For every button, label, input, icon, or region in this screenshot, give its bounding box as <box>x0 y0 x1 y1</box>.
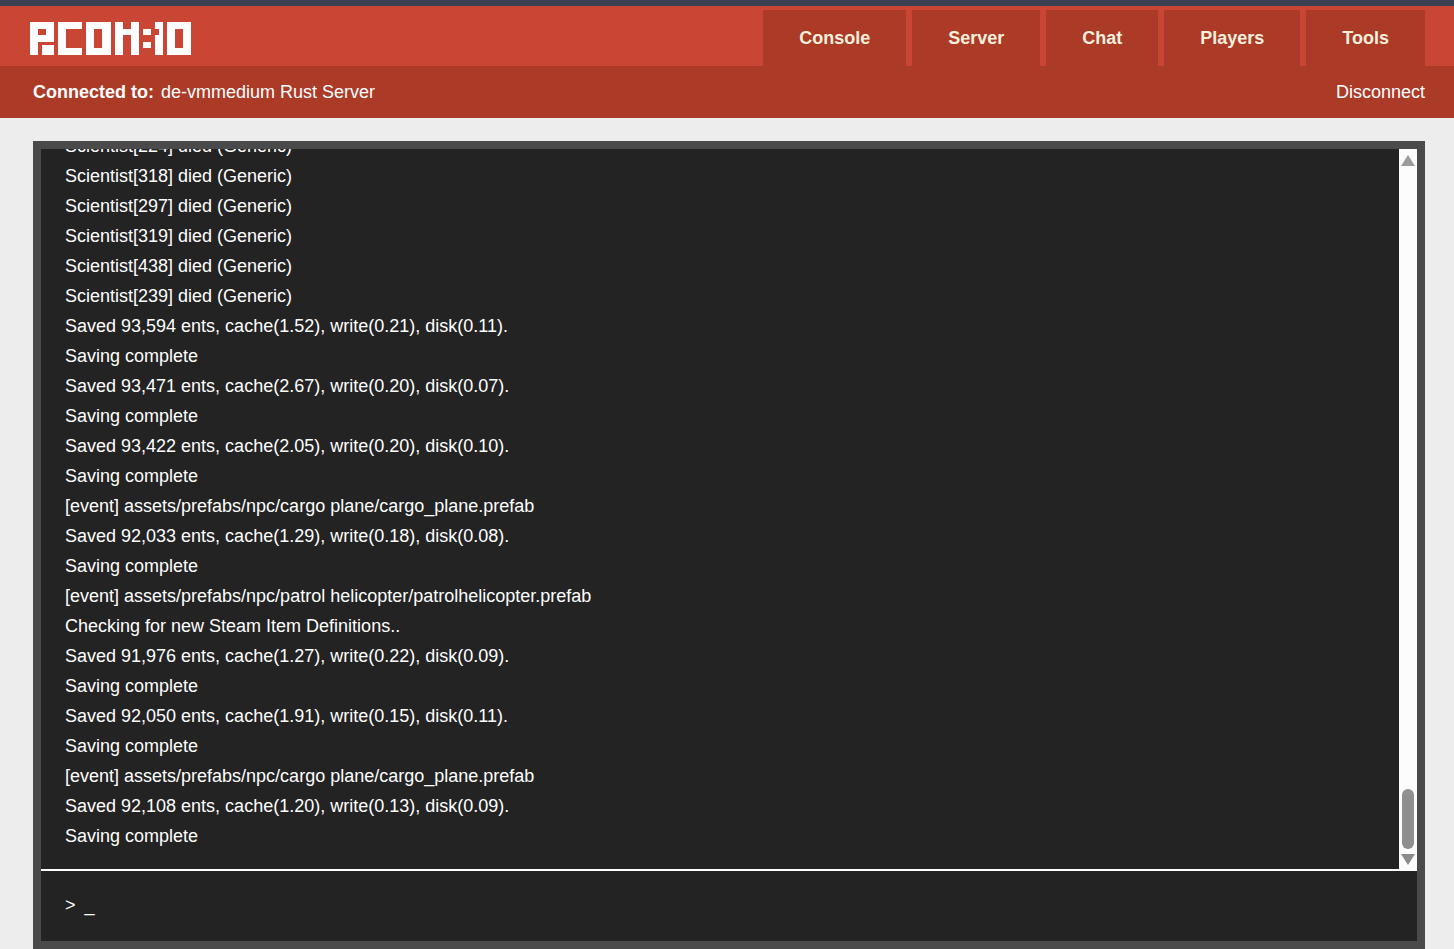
log-line: Saved 93,422 ents, cache(2.05), write(0.… <box>65 431 1417 461</box>
nav-tabs: ConsoleServerChatPlayersTools <box>757 10 1425 66</box>
console-scrollbar[interactable] <box>1399 149 1417 871</box>
log-line: [event] assets/prefabs/npc/patrol helico… <box>65 581 1417 611</box>
log-line: Scientist[224] died (Generic) <box>65 149 1417 161</box>
main-content: Scientist[224] died (Generic)Scientist[3… <box>0 141 1454 949</box>
log-line: Checking for new Steam Item Definitions.… <box>65 611 1417 641</box>
log-line: Scientist[438] died (Generic) <box>65 251 1417 281</box>
log-line: Scientist[319] died (Generic) <box>65 221 1417 251</box>
log-line: Saving complete <box>65 731 1417 761</box>
log-line: Scientist[318] died (Generic) <box>65 161 1417 191</box>
connection-status: Connected to: de-vmmedium Rust Server <box>33 82 375 103</box>
log-line: Saving complete <box>65 551 1417 581</box>
console-panel: Scientist[224] died (Generic)Scientist[3… <box>33 141 1425 949</box>
connection-label: Connected to: <box>33 82 154 102</box>
log-line: Saving complete <box>65 461 1417 491</box>
scrollbar-thumb[interactable] <box>1402 789 1414 849</box>
log-line: Saved 92,033 ents, cache(1.29), write(0.… <box>65 521 1417 551</box>
log-line: Saved 93,471 ents, cache(2.67), write(0.… <box>65 371 1417 401</box>
log-lines: Scientist[224] died (Generic)Scientist[3… <box>41 149 1417 851</box>
server-name: de-vmmedium Rust Server <box>161 82 375 102</box>
disconnect-link[interactable]: Disconnect <box>1336 82 1425 103</box>
console-input-row[interactable]: > _ <box>41 871 1417 939</box>
log-line: [event] assets/prefabs/npc/cargo plane/c… <box>65 491 1417 521</box>
tab-players[interactable]: Players <box>1164 10 1300 66</box>
log-line: Saving complete <box>65 401 1417 431</box>
log-line: Saved 93,594 ents, cache(1.52), write(0.… <box>65 311 1417 341</box>
log-line: Scientist[239] died (Generic) <box>65 281 1417 311</box>
console-cursor: _ <box>85 895 95 916</box>
app-header: ConsoleServerChatPlayersTools <box>0 6 1454 66</box>
log-line: Saved 92,108 ents, cache(1.20), write(0.… <box>65 791 1417 821</box>
connection-bar: Connected to: de-vmmedium Rust Server Dis… <box>0 66 1454 118</box>
log-line: Saving complete <box>65 671 1417 701</box>
log-line: Saving complete <box>65 821 1417 851</box>
tab-console[interactable]: Console <box>763 10 906 66</box>
log-line: [event] assets/prefabs/npc/cargo plane/c… <box>65 761 1417 791</box>
log-line: Saving complete <box>65 341 1417 371</box>
scrollbar-up-arrow-icon[interactable] <box>1401 155 1415 166</box>
console-log[interactable]: Scientist[224] died (Generic)Scientist[3… <box>41 149 1417 871</box>
log-line: Saved 91,976 ents, cache(1.27), write(0.… <box>65 641 1417 671</box>
log-line: Saved 92,050 ents, cache(1.91), write(0.… <box>65 701 1417 731</box>
tab-server[interactable]: Server <box>912 10 1040 66</box>
scrollbar-down-arrow-icon[interactable] <box>1401 854 1415 865</box>
tab-tools[interactable]: Tools <box>1306 10 1425 66</box>
rcon-io-logo-icon <box>30 22 191 55</box>
log-line: Scientist[297] died (Generic) <box>65 191 1417 221</box>
tab-chat[interactable]: Chat <box>1046 10 1158 66</box>
console-prompt: > <box>65 895 76 916</box>
app-logo[interactable] <box>30 22 191 55</box>
